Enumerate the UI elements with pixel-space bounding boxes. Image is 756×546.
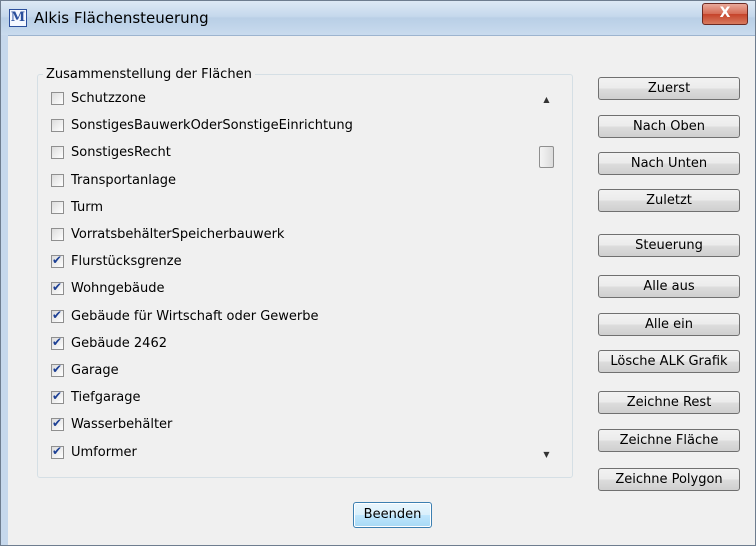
list-item-label: VorratsbehälterSpeicherbauwerk bbox=[71, 227, 285, 242]
close-button[interactable]: X bbox=[702, 3, 748, 25]
list-scrollbar[interactable]: ▲ ▼ bbox=[538, 87, 555, 467]
list-item-label: Umformer bbox=[71, 445, 137, 460]
list-item-label: Transportanlage bbox=[71, 173, 177, 188]
move-down-button[interactable]: Nach Unten bbox=[598, 152, 740, 175]
list-item-label: Schutzzone bbox=[71, 91, 146, 106]
checkbox-checked[interactable] bbox=[51, 362, 64, 377]
control-button[interactable]: Steuerung bbox=[598, 234, 740, 257]
list-item-label: SonstigesBauwerkOderSonstigeEinrichtung bbox=[71, 118, 353, 133]
list-item-label: SonstigesRecht bbox=[71, 145, 171, 160]
list-item-label: Gebäude 2462 bbox=[71, 336, 167, 351]
checkbox-unchecked[interactable] bbox=[51, 146, 64, 159]
window-title: Alkis Flächensteuerung bbox=[34, 9, 209, 27]
checkbox-checked[interactable] bbox=[51, 280, 64, 295]
draw-polygon-button[interactable]: Zeichne Polygon bbox=[598, 468, 740, 491]
scroll-thumb[interactable] bbox=[539, 146, 554, 168]
last-button[interactable]: Zuletzt bbox=[598, 189, 740, 212]
dialog-window: M Alkis Flächensteuerung X Zusammenstell… bbox=[0, 0, 756, 546]
list-item-label: Flurstücksgrenze bbox=[71, 254, 182, 269]
checkbox-unchecked[interactable] bbox=[51, 119, 64, 132]
first-button[interactable]: Zuerst bbox=[598, 77, 740, 100]
group-box-label: Zusammenstellung der Flächen bbox=[43, 67, 255, 82]
move-up-button[interactable]: Nach Oben bbox=[598, 115, 740, 138]
window-frame-edge bbox=[1, 35, 8, 545]
list-item-label: Garage bbox=[71, 363, 119, 378]
checkbox-checked[interactable] bbox=[51, 389, 64, 404]
list-item-label: Tiefgarage bbox=[71, 390, 141, 405]
title-bar[interactable]: M Alkis Flächensteuerung X bbox=[1, 1, 755, 36]
checkbox-unchecked[interactable] bbox=[51, 174, 64, 187]
checkbox-checked[interactable] bbox=[51, 444, 64, 459]
list-item-label: Turm bbox=[71, 200, 103, 215]
delete-alk-graphic-button[interactable]: Lösche ALK Grafik bbox=[598, 350, 740, 373]
checkbox-unchecked[interactable] bbox=[51, 92, 64, 105]
list-item-label: Gebäude für Wirtschaft oder Gewerbe bbox=[71, 309, 319, 324]
quit-button[interactable]: Beenden bbox=[353, 502, 432, 528]
checkbox-unchecked[interactable] bbox=[51, 201, 64, 214]
list-item-label: Wohngebäude bbox=[71, 281, 165, 296]
draw-area-button[interactable]: Zeichne Fläche bbox=[598, 429, 740, 452]
list-item-label: Wasserbehälter bbox=[71, 417, 173, 432]
checkbox-checked[interactable] bbox=[51, 416, 64, 431]
all-on-button[interactable]: Alle ein bbox=[598, 313, 740, 336]
scroll-down-icon[interactable]: ▼ bbox=[538, 446, 555, 463]
checkbox-unchecked[interactable] bbox=[51, 228, 64, 241]
checkbox-checked[interactable] bbox=[51, 308, 64, 323]
all-off-button[interactable]: Alle aus bbox=[598, 275, 740, 298]
draw-rest-button[interactable]: Zeichne Rest bbox=[598, 391, 740, 414]
app-icon: M bbox=[9, 9, 27, 27]
checkbox-checked[interactable] bbox=[51, 253, 64, 268]
checkbox-checked[interactable] bbox=[51, 335, 64, 350]
scroll-up-icon[interactable]: ▲ bbox=[538, 91, 555, 108]
